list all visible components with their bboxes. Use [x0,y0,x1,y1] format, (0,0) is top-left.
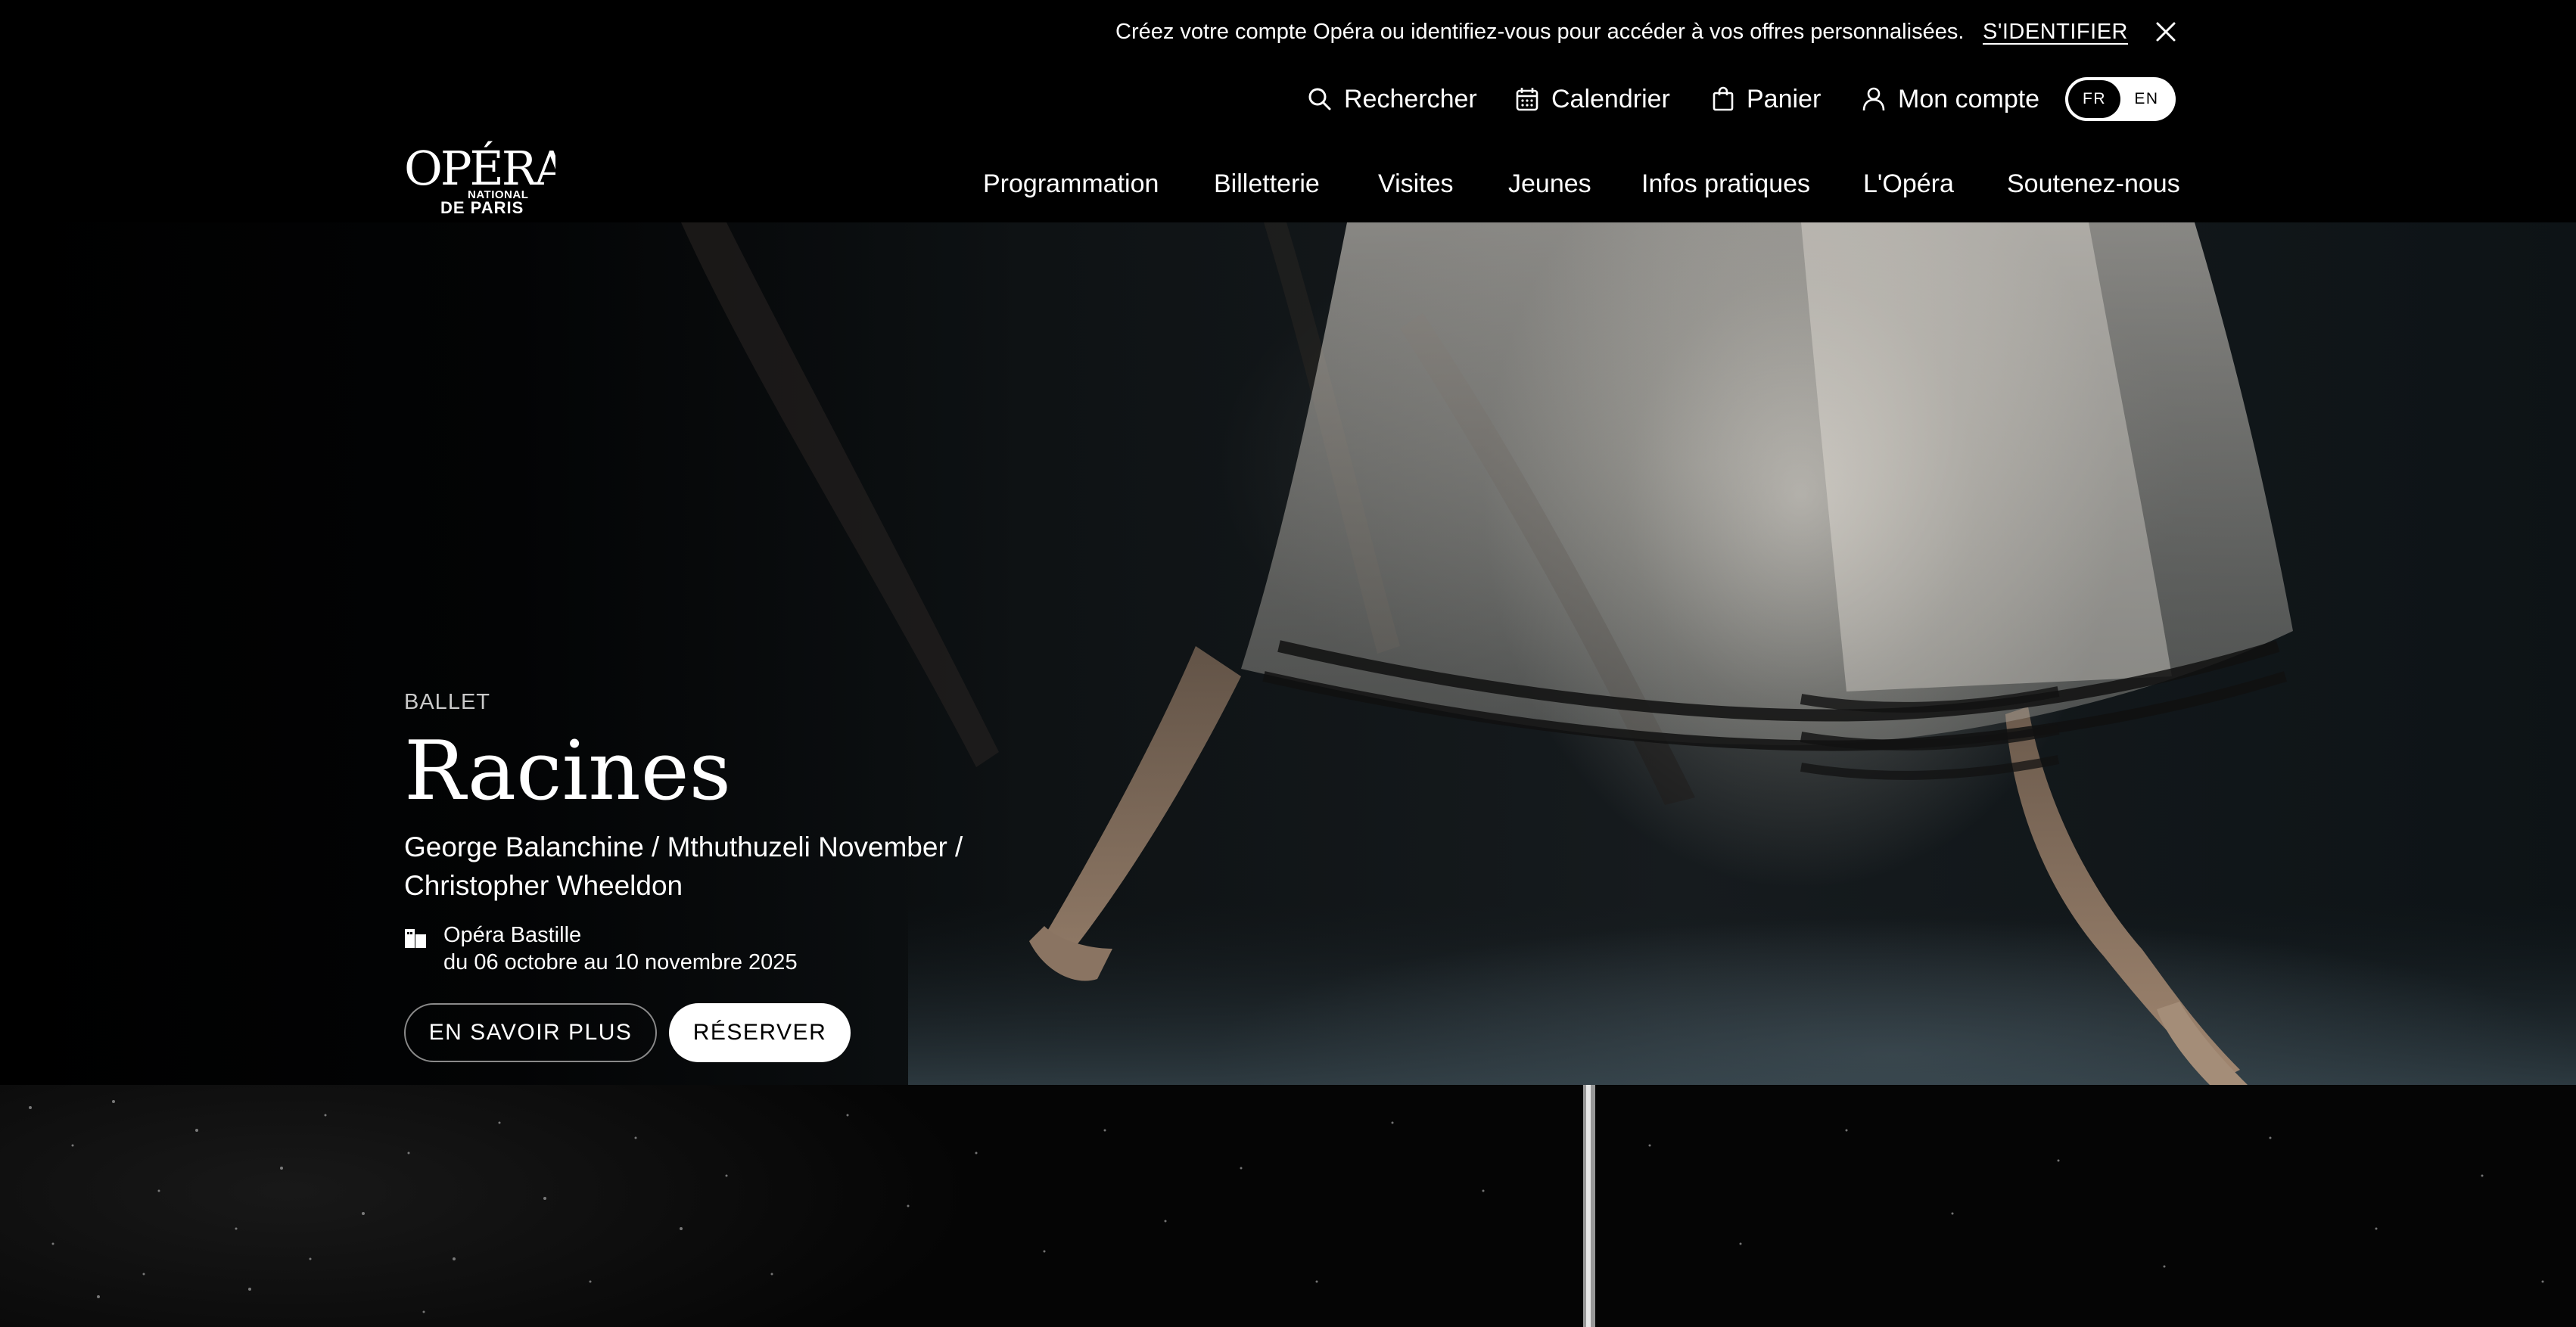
account-button[interactable]: Mon compte [1862,82,2039,117]
venue-dates: du 06 octobre au 10 novembre 2025 [443,950,798,974]
hero-subtitle: George Balanchine / Mthuthuzeli November… [404,828,1025,905]
nav-item-infos-pratiques[interactable]: Infos pratiques [1641,165,1810,203]
utility-bar: Rechercher Calendrier Panier Mon compte … [0,73,2576,126]
nav-item-programmation[interactable]: Programmation [983,165,1159,203]
calendar-button[interactable]: Calendrier [1515,82,1670,117]
hero-subtitle-line: George Balanchine / Mthuthuzeli November… [404,831,963,862]
hero-subtitle-line: Christopher Wheeldon [404,870,683,901]
language-en[interactable]: EN [2120,80,2173,118]
user-icon [1862,87,1885,111]
main-navigation: Programmation Billetterie Visites Jeunes… [0,162,2576,207]
close-icon[interactable] [2154,20,2178,44]
search-icon [1308,88,1331,110]
hero-ballet-image [681,222,2576,1085]
notice-text: Créez votre compte Opéra ou identifiez-v… [1115,20,1965,44]
cart-label: Panier [1747,84,1822,113]
calendar-icon [1516,88,1538,111]
nav-item-soutenez-nous[interactable]: Soutenez-nous [2007,165,2180,203]
hero-content: BALLET Racines George Balanchine / Mthut… [404,687,1085,1062]
nav-item-l-opera[interactable]: L'Opéra [1863,165,1954,203]
shopping-bag-icon [1713,86,1734,111]
learn-more-button[interactable]: EN SAVOIR PLUS [404,1003,657,1062]
language-fr[interactable]: FR [2068,80,2120,118]
search-button[interactable]: Rechercher [1308,82,1477,117]
nav-item-billetterie[interactable]: Billetterie [1214,165,1320,203]
language-toggle[interactable]: FR EN [2065,77,2176,121]
next-hero-section [0,1085,2576,1327]
hero-title: Racines [404,724,732,819]
venue-name: Opéra Bastille [443,923,582,947]
hero-venue: Opéra Bastille du 06 octobre au 10 novem… [404,921,1085,976]
cart-button[interactable]: Panier [1712,82,1821,117]
sign-in-link[interactable]: S'IDENTIFIER [1983,17,2128,47]
hero-banner: BALLET Racines George Balanchine / Mthut… [0,222,2576,1085]
calendar-label: Calendrier [1551,84,1670,113]
book-button[interactable]: RÉSERVER [669,1003,851,1062]
nav-item-visites[interactable]: Visites [1378,165,1454,203]
account-notice-bar: Créez votre compte Opéra ou identifiez-v… [0,0,2576,64]
building-icon [405,929,426,948]
starfield-image [29,1085,2544,1327]
nav-item-jeunes[interactable]: Jeunes [1508,165,1591,203]
account-label: Mon compte [1898,84,2040,113]
hero-category: BALLET [404,690,490,714]
search-label: Rechercher [1344,84,1477,113]
hero-buttons: EN SAVOIR PLUS RÉSERVER [404,1003,1085,1062]
